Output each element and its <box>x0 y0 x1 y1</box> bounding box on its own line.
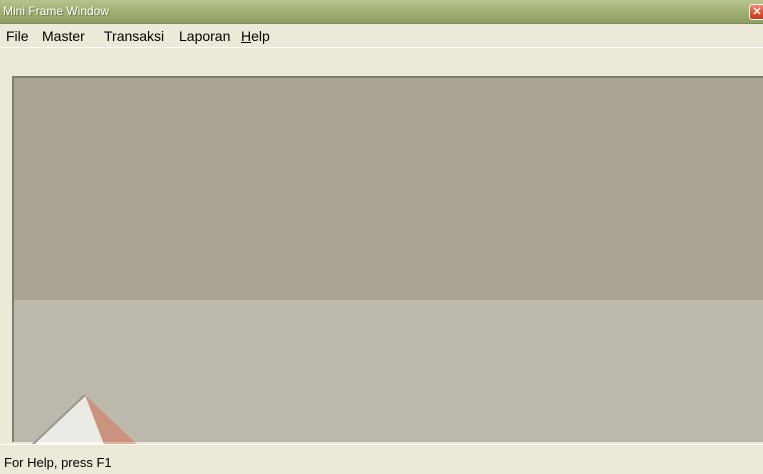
menu-help[interactable]: Help <box>241 28 270 44</box>
watermark-logo <box>30 394 140 447</box>
menu-bar: File Master Transaksi Laporan Help <box>0 24 763 48</box>
close-icon: ✕ <box>752 6 762 18</box>
menu-help-rest: elp <box>251 28 270 44</box>
title-bar[interactable]: Mini Frame Window ✕ <box>0 0 763 24</box>
toolbar-area <box>12 48 763 76</box>
menu-master[interactable]: Master <box>42 28 85 44</box>
status-bar: For Help, press F1 <box>0 444 763 474</box>
menu-laporan[interactable]: Laporan <box>179 28 230 44</box>
left-frame-border <box>0 48 12 444</box>
menu-transaksi[interactable]: Transaksi <box>104 28 164 44</box>
status-text: For Help, press F1 <box>4 455 112 470</box>
close-button[interactable]: ✕ <box>749 4 763 20</box>
menu-file[interactable]: File <box>6 28 29 44</box>
window-title: Mini Frame Window <box>3 4 110 18</box>
main-window: Mini Frame Window ✕ File Master Transaks… <box>0 0 763 474</box>
